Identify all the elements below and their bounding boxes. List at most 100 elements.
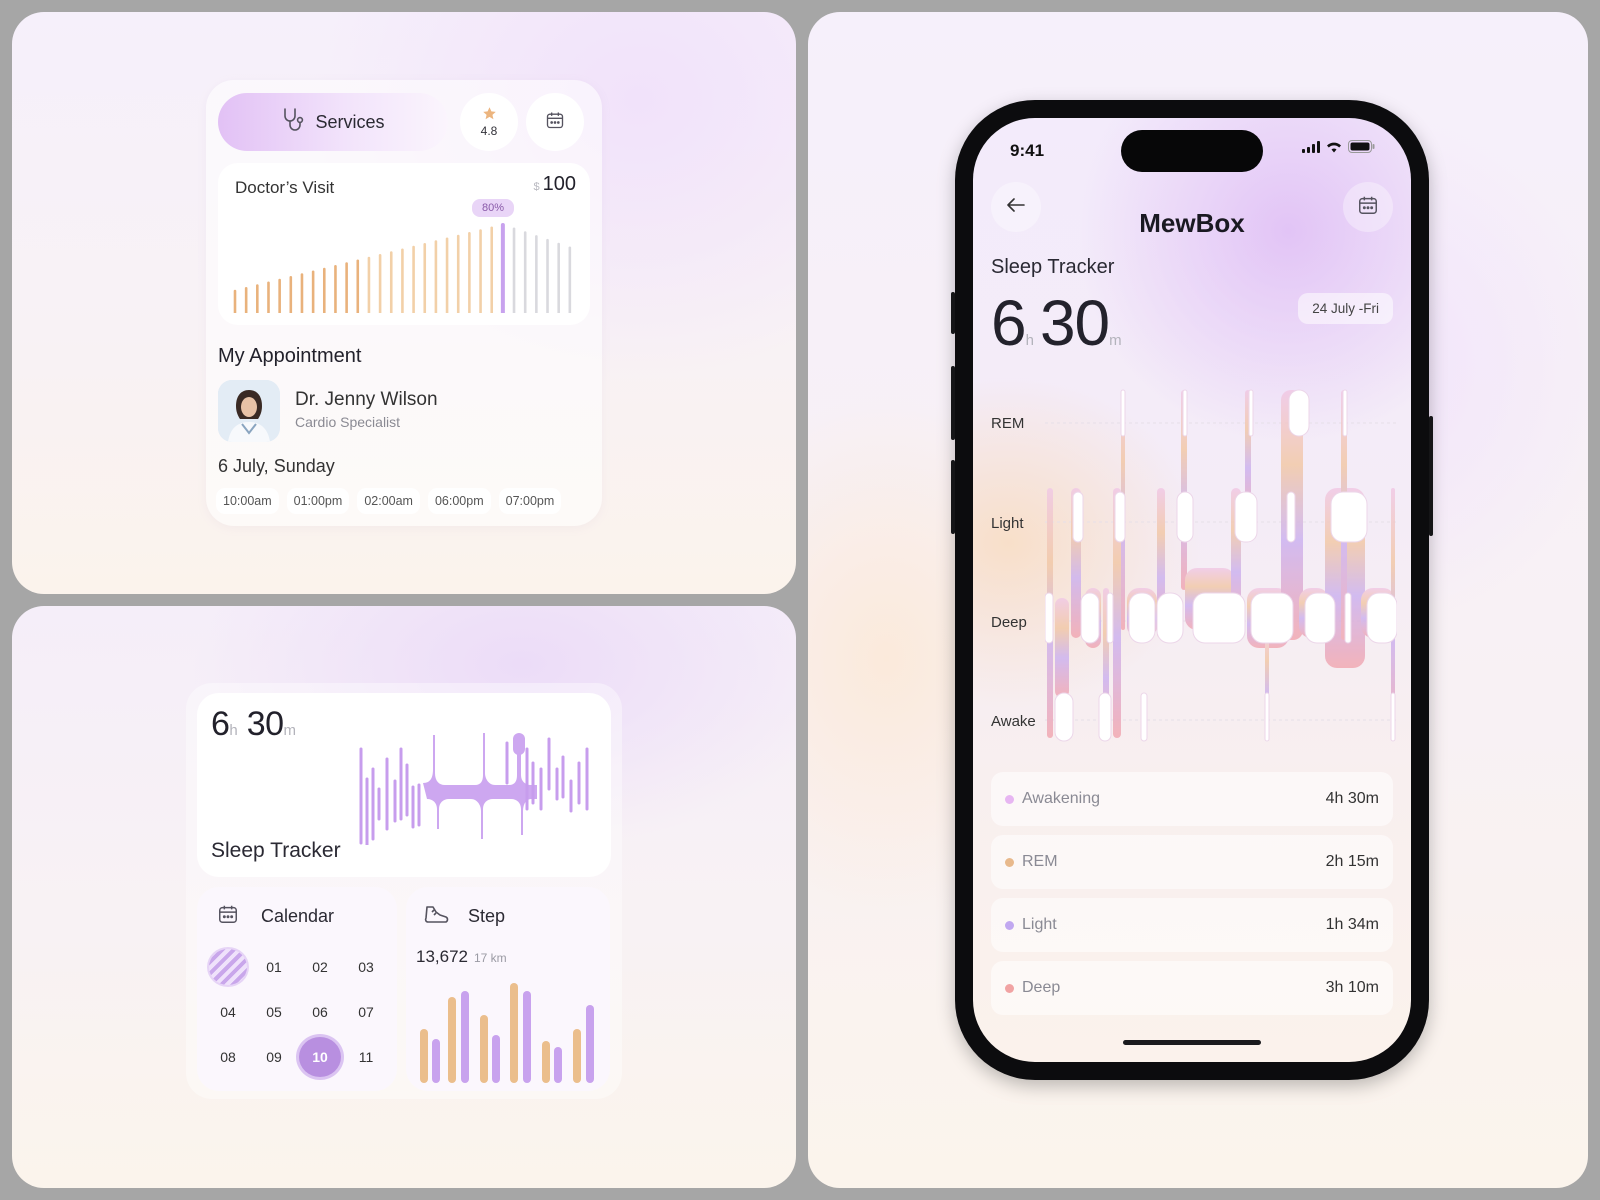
rating-badge[interactable]: 4.8 bbox=[460, 93, 518, 151]
services-button[interactable]: Services bbox=[218, 93, 448, 151]
summary-row-rem[interactable]: REM 2h 15m bbox=[991, 835, 1393, 889]
appointment-panel: Services 4.8 Doctor’s Visit $100 80% My … bbox=[12, 12, 796, 594]
calendar-day[interactable]: 02 bbox=[299, 947, 341, 987]
phone-panel: 9:41 MewBox Sleep Tracker 6h30m 24 July … bbox=[808, 12, 1588, 1188]
rem-dot bbox=[1005, 857, 1014, 867]
time-slot[interactable]: 01:00pm bbox=[286, 488, 350, 514]
time-slot[interactable]: 02:00am bbox=[357, 488, 420, 514]
sneaker-icon bbox=[424, 903, 450, 930]
appointment-date: 6 July, Sunday bbox=[218, 456, 335, 476]
services-label: Services bbox=[315, 111, 385, 132]
sleep-minutes: 30 bbox=[246, 705, 284, 743]
summary-value: 2h 15m bbox=[1325, 853, 1379, 870]
widgets-panel: 6h 30m Sleep Tracker Calendar 01 02 03 0… bbox=[12, 606, 796, 1188]
calendar-days: 01 02 03 04 05 06 07 08 09 10 11 bbox=[207, 947, 391, 1077]
summary-name: Deep bbox=[1022, 979, 1061, 996]
star-icon bbox=[482, 106, 497, 124]
wifi-icon bbox=[1326, 140, 1342, 158]
calendar-button[interactable] bbox=[1343, 182, 1393, 232]
sleep-hours: 6 bbox=[211, 705, 230, 743]
calendar-header: Calendar bbox=[217, 903, 334, 930]
currency-symbol: $ bbox=[533, 181, 540, 193]
calendar-icon bbox=[1357, 194, 1379, 221]
step-number: 13,672 bbox=[416, 947, 468, 966]
time-slot[interactable]: 07:00pm bbox=[498, 488, 562, 514]
step-bar-chart bbox=[420, 983, 594, 1083]
phone-screen: 9:41 MewBox Sleep Tracker 6h30m 24 July … bbox=[973, 118, 1411, 1062]
doctor-visit-title: Doctor’s Visit bbox=[235, 178, 335, 197]
phone-frame: 9:41 MewBox Sleep Tracker 6h30m 24 July … bbox=[951, 100, 1433, 1080]
summary-value: 3h 10m bbox=[1325, 979, 1379, 996]
home-indicator[interactable] bbox=[1123, 1040, 1261, 1045]
summary-row-deep[interactable]: Deep 3h 10m bbox=[991, 961, 1393, 1015]
price-value: 100 bbox=[542, 173, 576, 195]
volume-up-button bbox=[951, 366, 955, 440]
sleep-total: 6h 30m bbox=[991, 286, 1122, 360]
appointment-widget: Services 4.8 Doctor’s Visit $100 80% My … bbox=[206, 80, 602, 526]
step-title: Step bbox=[468, 906, 506, 926]
stage-label-rem: REM bbox=[991, 415, 1025, 432]
stethoscope-icon bbox=[281, 107, 305, 138]
minutes-unit: m bbox=[1109, 332, 1122, 349]
time-slots: 10:00am 01:00pm 02:00am 06:00pm 07:00pm bbox=[216, 488, 562, 514]
calendar-title: Calendar bbox=[261, 906, 335, 926]
step-distance: 17 km bbox=[474, 951, 507, 965]
step-card[interactable]: Step 13,672 17 km bbox=[406, 887, 610, 1091]
light-dot bbox=[1005, 920, 1014, 930]
widget-group: 6h 30m Sleep Tracker Calendar 01 02 03 0… bbox=[186, 683, 622, 1099]
status-icons bbox=[1302, 140, 1375, 158]
hours-unit: h bbox=[1025, 332, 1034, 349]
rating-value: 4.8 bbox=[480, 124, 498, 138]
calendar-day-today-marker[interactable] bbox=[207, 947, 249, 987]
sleep-summary-list: Awakening 4h 30m REM 2h 15m Light 1h 34m… bbox=[991, 772, 1393, 1024]
summary-row-awakening[interactable]: Awakening 4h 30m bbox=[991, 772, 1393, 826]
calendar-day[interactable]: 09 bbox=[253, 1037, 295, 1077]
sleep-tracker-heading: Sleep Tracker bbox=[991, 256, 1115, 278]
visit-progress-bars bbox=[233, 223, 572, 313]
dynamic-island bbox=[1121, 130, 1263, 172]
calendar-day[interactable]: 08 bbox=[207, 1037, 249, 1077]
calendar-day[interactable]: 11 bbox=[345, 1037, 387, 1077]
calendar-icon bbox=[545, 110, 565, 135]
date-selector[interactable]: 24 July -Fri bbox=[1298, 293, 1393, 324]
stage-label-awake: Awake bbox=[991, 713, 1036, 730]
sleep-tracker-card[interactable]: 6h 30m Sleep Tracker bbox=[197, 693, 611, 877]
status-time: 9:41 bbox=[1010, 141, 1045, 160]
calendar-day[interactable]: 06 bbox=[299, 992, 341, 1032]
stage-label-deep: Deep bbox=[991, 614, 1027, 631]
time-slot[interactable]: 10:00am bbox=[216, 488, 279, 514]
calendar-day[interactable]: 01 bbox=[253, 947, 295, 987]
doctor-name: Dr. Jenny Wilson bbox=[295, 389, 438, 410]
step-header: Step bbox=[424, 903, 505, 930]
summary-name: Awakening bbox=[1022, 790, 1100, 807]
sleep-mini-chart bbox=[359, 733, 589, 845]
calendar-day[interactable]: 05 bbox=[253, 992, 295, 1032]
time-slot[interactable]: 06:00pm bbox=[427, 488, 491, 514]
sleep-minutes: 30 bbox=[1039, 287, 1110, 359]
step-count: 13,672 17 km bbox=[416, 947, 507, 967]
summary-name: REM bbox=[1022, 853, 1058, 870]
battery-icon bbox=[1348, 140, 1375, 158]
sleep-stage-chart bbox=[1045, 389, 1397, 742]
doctor-avatar bbox=[218, 380, 280, 442]
calendar-day[interactable]: 04 bbox=[207, 992, 249, 1032]
doctor-visit-price: $100 bbox=[534, 173, 577, 196]
calendar-day-selected[interactable]: 10 bbox=[299, 1037, 341, 1077]
calendar-day[interactable]: 03 bbox=[345, 947, 387, 987]
calendar-button[interactable] bbox=[526, 93, 584, 151]
sleep-tracker-title: Sleep Tracker bbox=[211, 839, 341, 862]
deep-dot bbox=[1005, 983, 1014, 993]
doctor-specialty: Cardio Specialist bbox=[295, 414, 401, 430]
stage-label-light: Light bbox=[991, 515, 1024, 532]
mute-switch bbox=[951, 292, 955, 334]
minutes-unit: m bbox=[283, 722, 297, 739]
awakening-dot bbox=[1005, 794, 1014, 804]
doctor-visit-card[interactable]: Doctor’s Visit $100 80% bbox=[218, 163, 590, 325]
summary-row-light[interactable]: Light 1h 34m bbox=[991, 898, 1393, 952]
summary-name: Light bbox=[1022, 916, 1057, 933]
calendar-day[interactable]: 07 bbox=[345, 992, 387, 1032]
sleep-hours: 6 bbox=[991, 287, 1027, 359]
calendar-card[interactable]: Calendar 01 02 03 04 05 06 07 08 09 10 1… bbox=[197, 887, 397, 1091]
hours-unit: h bbox=[229, 722, 238, 739]
summary-value: 4h 30m bbox=[1325, 790, 1379, 807]
